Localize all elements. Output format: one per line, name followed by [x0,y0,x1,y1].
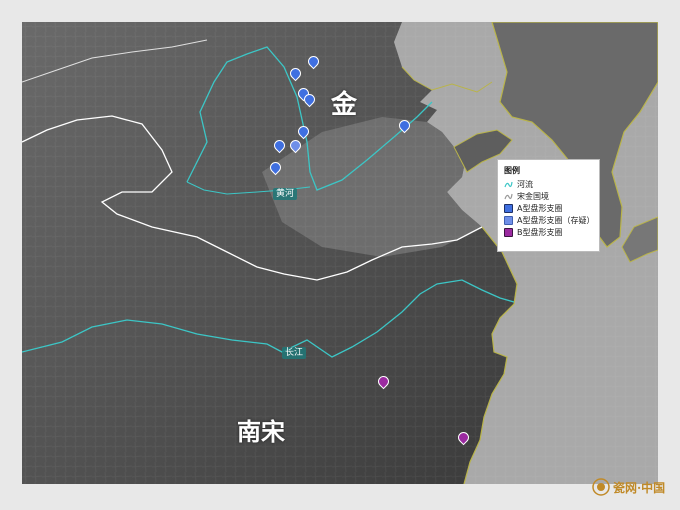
type-a-icon [504,204,513,213]
legend-item-type-a: A型盘形支圈 [504,203,593,214]
type-a-doubt-icon [504,216,513,225]
legend-label: B型盘形支圈 [517,228,563,237]
legend-item-river: 河流 [504,179,593,190]
river-icon [504,181,513,188]
legend-label: 河流 [517,180,533,189]
legend-item-border: 宋金国境 [504,191,593,202]
type-b-icon [504,228,513,237]
legend-item-type-b: B型盘形支圈 [504,227,593,238]
map-view[interactable]: 金 南宋 黄河 长江 [22,22,658,484]
legend-item-type-a-doubt: A型盘形支圈（存疑） [504,215,595,226]
river-label-yangtze: 长江 [282,347,307,359]
river-label-yellow-river: 黄河 [273,188,298,200]
legend-label: 宋金国境 [517,192,549,201]
border-icon [504,193,513,200]
watermark: 瓷网·中国 [592,478,665,496]
region-label-southern-song: 南宋 [237,418,285,446]
legend-label: A型盘形支圈（存疑） [517,216,595,225]
legend-label: A型盘形支圈 [517,204,563,213]
legend-title: 图例 [504,166,520,175]
watermark-text: 瓷网·中国 [613,480,666,495]
map-legend: 图例 河流 宋金国境 A型盘形支圈 A型盘形支圈（存疑） B型盘形支圈 [497,159,600,252]
seal-icon [592,478,610,496]
region-label-jin: 金 [331,90,358,120]
